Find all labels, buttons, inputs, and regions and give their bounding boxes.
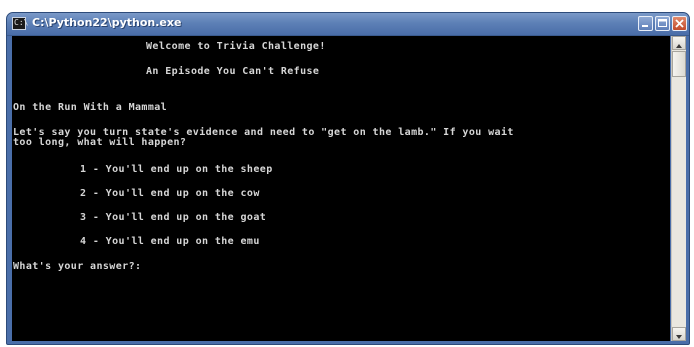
answer-option: 4 - You'll end up on the emu bbox=[80, 236, 260, 247]
console-window: C:\ C:\Python22\python.exe Welcome to Tr… bbox=[6, 12, 690, 345]
minimize-button[interactable] bbox=[638, 16, 653, 31]
close-button[interactable] bbox=[672, 16, 687, 31]
scroll-up-button[interactable] bbox=[672, 36, 686, 50]
window-title: C:\Python22\python.exe bbox=[32, 16, 182, 29]
vertical-scrollbar[interactable] bbox=[671, 36, 686, 341]
episode-title: An Episode You Can't Refuse bbox=[146, 66, 320, 77]
question-line-2: too long, what will happen? bbox=[13, 137, 187, 148]
console-app-icon[interactable]: C:\ bbox=[12, 17, 28, 30]
minimize-icon bbox=[642, 25, 648, 27]
scroll-down-button[interactable] bbox=[672, 327, 686, 341]
console-output[interactable]: Welcome to Trivia Challenge! An Episode … bbox=[12, 36, 670, 341]
category-text: On the Run With a Mammal bbox=[13, 102, 168, 113]
scroll-thumb[interactable] bbox=[672, 51, 686, 77]
maximize-icon bbox=[658, 19, 667, 27]
answer-option: 1 - You'll end up on the sheep bbox=[80, 164, 273, 175]
close-icon bbox=[675, 19, 684, 28]
answer-option: 3 - You'll end up on the goat bbox=[80, 212, 267, 223]
welcome-text: Welcome to Trivia Challenge! bbox=[146, 41, 326, 52]
arrow-down-icon bbox=[676, 335, 682, 339]
maximize-button[interactable] bbox=[655, 16, 670, 31]
answer-option: 2 - You'll end up on the cow bbox=[80, 188, 260, 199]
title-bar[interactable]: C:\ C:\Python22\python.exe bbox=[7, 13, 689, 36]
answer-prompt: What's your answer?: bbox=[13, 261, 142, 272]
